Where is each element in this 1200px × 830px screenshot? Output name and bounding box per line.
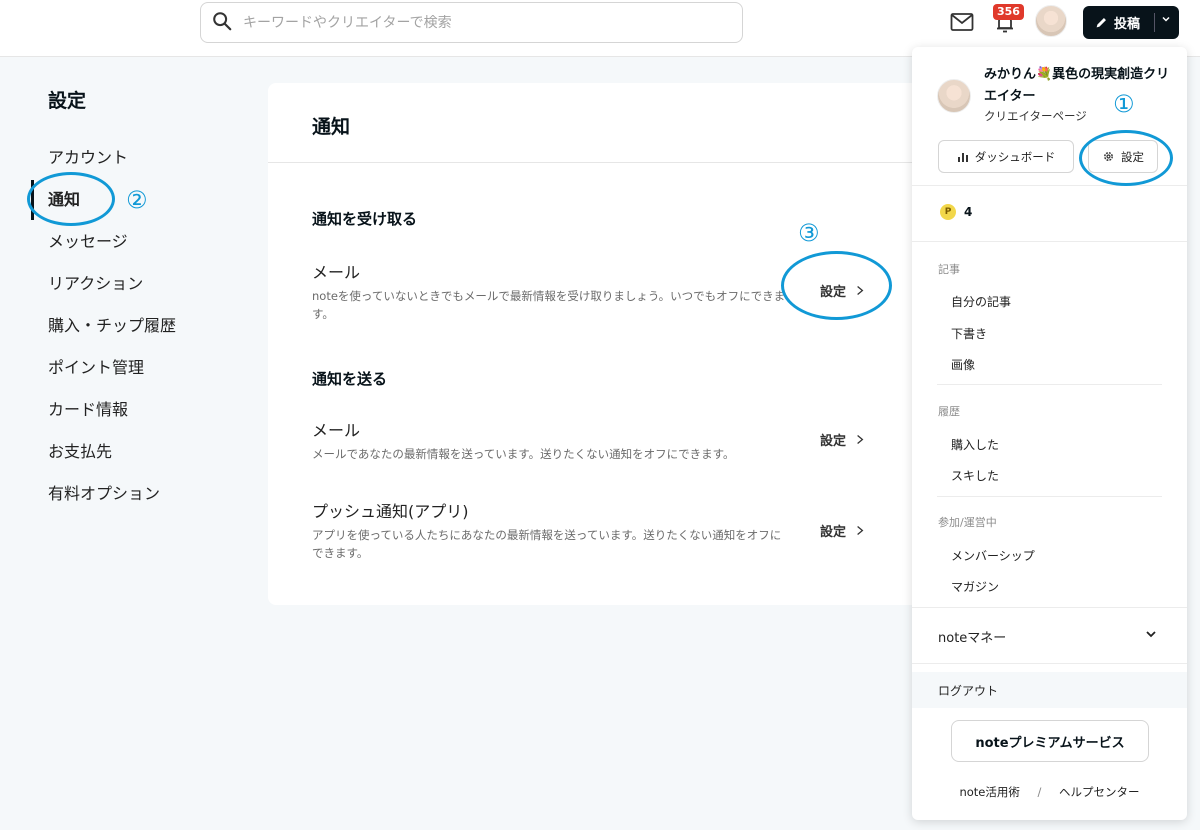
- notification-settings-card: 通知 通知を受け取る メール noteを使っていないときでもメールで最新情報を受…: [268, 83, 912, 605]
- chevron-down-icon[interactable]: [1145, 628, 1157, 644]
- send-mail-settings-label: 設定: [820, 434, 847, 449]
- annotation-number-1: ①: [1113, 90, 1135, 118]
- points-value: 4: [964, 205, 973, 219]
- search-box[interactable]: [200, 2, 743, 43]
- point-coin-icon: P: [940, 204, 956, 220]
- chevron-right-icon: [857, 435, 864, 444]
- sidebar-item-paid-options[interactable]: 有料オプション: [48, 482, 176, 524]
- push-desc: アプリを使っている人たちにあなたの最新情報を送っています。送りたくない通知をオフ…: [312, 528, 782, 560]
- sidebar-item-card[interactable]: カード情報: [48, 398, 176, 440]
- menu-item-purchased[interactable]: 購入した: [951, 436, 999, 453]
- chevron-right-icon: [857, 526, 864, 535]
- menu-item-images[interactable]: 画像: [951, 356, 975, 373]
- divider: [937, 384, 1162, 385]
- joined-heading: 参加/運営中: [938, 516, 997, 529]
- sidebar-item-reaction[interactable]: リアクション: [48, 272, 176, 314]
- receive-mail-desc: noteを使っていないときでもメールで最新情報を受け取りましょう。いつでもオフに…: [312, 289, 786, 321]
- mail-icon[interactable]: [950, 12, 974, 32]
- push-title: プッシュ通知(アプリ): [312, 502, 469, 521]
- sidebar-item-message[interactable]: メッセージ: [48, 230, 176, 272]
- send-mail-desc: メールであなたの最新情報を送っています。送りたくない通知をオフにできます。: [312, 447, 735, 461]
- articles-heading: 記事: [938, 263, 960, 276]
- annotation-circle-3: [781, 251, 892, 320]
- divider: [937, 496, 1162, 497]
- menu-item-my-articles[interactable]: 自分の記事: [951, 293, 1011, 310]
- creator-page-label[interactable]: クリエイターページ: [984, 108, 1087, 124]
- search-icon: [211, 10, 233, 36]
- help-center-link[interactable]: ヘルプセンター: [1059, 785, 1140, 799]
- menu-item-membership[interactable]: メンバーシップ: [951, 547, 1035, 564]
- chevron-down-icon[interactable]: [1161, 14, 1171, 27]
- premium-service-button[interactable]: noteプレミアムサービス: [951, 720, 1149, 762]
- divider: [912, 241, 1187, 242]
- bar-chart-icon: [957, 152, 968, 162]
- receive-heading: 通知を受け取る: [312, 210, 418, 228]
- divider: [912, 663, 1187, 664]
- points-row[interactable]: P 4: [940, 204, 972, 220]
- receive-mail-title: メール: [312, 263, 361, 282]
- sidebar-item-payout[interactable]: お支払先: [48, 440, 176, 482]
- sidebar-title: 設定: [48, 90, 87, 112]
- title-divider: [268, 162, 912, 163]
- annotation-number-3: ③: [798, 219, 820, 247]
- page-title: 通知: [312, 116, 351, 138]
- send-mail-settings-link[interactable]: 設定: [820, 430, 864, 449]
- dashboard-label: ダッシュボード: [974, 149, 1056, 164]
- menu-item-liked[interactable]: スキした: [951, 467, 999, 484]
- send-mail-title: メール: [312, 421, 361, 440]
- footer-separator: /: [1037, 785, 1042, 799]
- pencil-icon: [1096, 18, 1106, 28]
- post-button[interactable]: 投稿: [1083, 6, 1179, 39]
- push-settings-link[interactable]: 設定: [820, 521, 864, 540]
- creator-name[interactable]: みかりん💐異色の現実創造クリエイター: [984, 64, 1174, 108]
- post-divider: [1154, 13, 1155, 32]
- avatar[interactable]: [1035, 5, 1067, 37]
- logout-link[interactable]: ログアウト: [938, 682, 998, 699]
- sidebar-item-points[interactable]: ポイント管理: [48, 356, 176, 398]
- sidebar-item-purchase-history[interactable]: 購入・チップ履歴: [48, 314, 176, 356]
- search-input[interactable]: [243, 14, 723, 31]
- dashboard-button[interactable]: ダッシュボード: [938, 140, 1074, 173]
- send-heading: 通知を送る: [312, 370, 388, 388]
- menu-item-drafts[interactable]: 下書き: [951, 325, 987, 342]
- note-tips-link[interactable]: note活用術: [959, 785, 1019, 799]
- notification-badge: 356: [993, 4, 1024, 20]
- footer-links: note活用術 / ヘルプセンター: [912, 784, 1187, 800]
- history-heading: 履歴: [938, 405, 960, 418]
- annotation-number-2: ②: [126, 186, 148, 214]
- divider: [912, 607, 1187, 608]
- divider: [912, 185, 1187, 186]
- annotation-circle-1: [1079, 130, 1173, 186]
- push-settings-label: 設定: [820, 525, 847, 540]
- post-label: 投稿: [1114, 17, 1141, 32]
- avatar[interactable]: [937, 79, 971, 113]
- note-money-toggle[interactable]: noteマネー: [938, 627, 1006, 646]
- annotation-circle-2: [27, 172, 115, 226]
- menu-item-magazine[interactable]: マガジン: [951, 578, 999, 595]
